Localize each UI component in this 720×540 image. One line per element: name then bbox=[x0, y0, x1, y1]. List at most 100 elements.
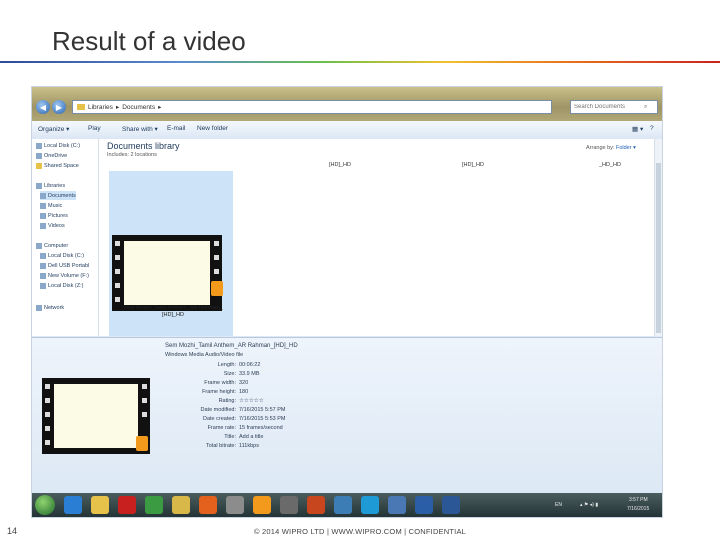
details-property-value[interactable]: 00:06:22 bbox=[239, 362, 260, 368]
help-icon[interactable]: ? bbox=[650, 125, 654, 132]
drive-icon bbox=[40, 262, 46, 269]
sidebar-item-onedrive[interactable]: OneDrive bbox=[36, 151, 67, 160]
file-name-label[interactable]: _HD_HD bbox=[599, 162, 621, 168]
details-property-value[interactable]: Add a title bbox=[239, 434, 263, 440]
vlc-icon bbox=[211, 281, 223, 296]
chrome-icon[interactable] bbox=[145, 496, 163, 514]
powerpoint-icon[interactable] bbox=[307, 496, 325, 514]
sidebar-item-libraries[interactable]: Libraries bbox=[36, 181, 65, 190]
skype-icon[interactable] bbox=[361, 496, 379, 514]
outlook-icon[interactable] bbox=[415, 496, 433, 514]
arrange-by[interactable]: Arrange by: Folder ▾ bbox=[586, 145, 636, 151]
sidebar-item-music[interactable]: Music bbox=[40, 201, 62, 210]
scrollbar-thumb[interactable] bbox=[656, 163, 661, 333]
organize-button[interactable]: Organize ▾ bbox=[38, 125, 69, 133]
sidebar-item-label: Pictures bbox=[48, 212, 68, 219]
details-property-value[interactable]: ☆☆☆☆☆ bbox=[239, 398, 264, 404]
sidebar-item-videos[interactable]: Videos bbox=[40, 221, 65, 230]
library-title: Documents library bbox=[107, 141, 180, 151]
app-icon[interactable] bbox=[226, 496, 244, 514]
start-button[interactable] bbox=[35, 495, 55, 515]
language-indicator[interactable]: EN bbox=[555, 502, 562, 508]
sidebar-item-label: OneDrive bbox=[44, 152, 68, 159]
drive-icon bbox=[36, 142, 42, 149]
word-icon[interactable] bbox=[442, 496, 460, 514]
film-hole bbox=[45, 426, 50, 431]
library-subtitle[interactable]: Includes: 2 locations bbox=[107, 152, 157, 158]
breadcrumb-documents[interactable]: Documents bbox=[122, 104, 155, 111]
details-property-value[interactable]: 180 bbox=[239, 389, 248, 395]
folder-icon[interactable] bbox=[91, 496, 109, 514]
opera-icon[interactable] bbox=[118, 496, 136, 514]
back-icon[interactable]: ◀ bbox=[36, 100, 50, 114]
details-filename: Sem Mozhi_Tamil Anthem_AR Rahman_[HD]_HD bbox=[165, 343, 298, 349]
play-button[interactable]: Play bbox=[88, 125, 101, 132]
forward-icon[interactable]: ▶ bbox=[52, 100, 66, 114]
details-property-value[interactable]: 15 frames/second bbox=[239, 425, 283, 431]
clock-date[interactable]: 7/16/2015 bbox=[627, 506, 649, 512]
title-divider bbox=[0, 61, 720, 63]
file-name-label[interactable]: [HD]_HD bbox=[462, 162, 484, 168]
details-property-label: Frame height: bbox=[202, 389, 236, 395]
view-options-icon[interactable]: ▦ ▾ bbox=[632, 125, 643, 133]
sidebar-item-label: Shared Space bbox=[44, 162, 79, 169]
cloud-icon bbox=[36, 152, 42, 159]
slide-title: Result of a video bbox=[52, 26, 246, 56]
details-property-value[interactable]: 33.9 MB bbox=[239, 371, 259, 377]
selected-file-item[interactable]: Sem Mozhi_Tamil Anthem_AR Rahman_ [HD]_H… bbox=[109, 171, 233, 336]
sidebar-item-computer[interactable]: Computer bbox=[36, 241, 68, 250]
firefox-icon[interactable] bbox=[199, 496, 217, 514]
film-hole bbox=[115, 255, 120, 260]
sidebar-item-new-volume[interactable]: New Volume (F:) bbox=[40, 271, 89, 280]
sidebar-item-local-disk-c2[interactable]: Local Disk (C:) bbox=[40, 251, 84, 260]
film-hole bbox=[45, 398, 50, 403]
arrange-by-value[interactable]: Folder ▾ bbox=[616, 145, 636, 151]
explorer-icon[interactable] bbox=[172, 496, 190, 514]
film-hole bbox=[142, 384, 147, 389]
email-button[interactable]: E-mail bbox=[167, 125, 185, 132]
breadcrumb-libraries[interactable]: Libraries bbox=[88, 104, 113, 111]
sidebar-item-network[interactable]: Network bbox=[36, 303, 64, 312]
search-input[interactable] bbox=[574, 104, 644, 110]
computer-icon bbox=[36, 242, 42, 249]
address-bar[interactable]: Libraries ▸ Documents ▸ bbox=[72, 100, 552, 114]
navigation-pane: Local Disk (C:) OneDrive Shared Space Li… bbox=[32, 139, 99, 336]
details-property-value[interactable]: 320 bbox=[239, 380, 248, 386]
search-box[interactable]: ⌕ bbox=[570, 100, 658, 114]
sidebar-item-local-disk-z[interactable]: Local Disk (Z:) bbox=[40, 281, 83, 290]
details-property-value[interactable]: 111kbps bbox=[239, 443, 259, 449]
arrange-by-label: Arrange by: bbox=[586, 145, 615, 151]
sidebar-item-shared-space[interactable]: Shared Space bbox=[36, 161, 79, 170]
sidebar-item-documents[interactable]: Documents bbox=[40, 191, 76, 200]
details-property-label: Size: bbox=[223, 371, 236, 377]
app-icon[interactable] bbox=[388, 496, 406, 514]
film-hole bbox=[214, 269, 219, 274]
app-icon[interactable] bbox=[334, 496, 352, 514]
film-hole bbox=[142, 398, 147, 403]
drive-icon bbox=[40, 282, 46, 289]
ie-icon[interactable] bbox=[64, 496, 82, 514]
clock-time[interactable]: 3:57 PM bbox=[629, 497, 648, 503]
new-folder-button[interactable]: New folder bbox=[197, 125, 228, 132]
search-icon: ⌕ bbox=[644, 103, 648, 110]
explorer-screenshot: ◀ ▶ Libraries ▸ Documents ▸ ⌕ Organize ▾… bbox=[31, 86, 663, 518]
details-property-label: Date created: bbox=[202, 416, 236, 422]
vertical-scrollbar[interactable] bbox=[654, 139, 662, 336]
app-icon[interactable] bbox=[280, 496, 298, 514]
file-name-label: Sem Mozhi_Tamil Anthem_AR Rahman_ [HD]_H… bbox=[115, 305, 231, 319]
file-name-label[interactable]: [HD]_HD bbox=[329, 162, 351, 168]
sidebar-item-dell-usb[interactable]: Dell USB Portabl bbox=[40, 261, 89, 270]
tray-icons[interactable]: ▴ ⚑ ◂) ▮ bbox=[580, 502, 598, 508]
sidebar-item-label: Documents bbox=[48, 192, 76, 199]
music-icon bbox=[40, 202, 46, 209]
share-with-button[interactable]: Share with ▾ bbox=[122, 125, 158, 133]
film-hole bbox=[45, 384, 50, 389]
details-property-label: Frame width: bbox=[204, 380, 236, 386]
film-hole bbox=[115, 297, 120, 302]
film-hole bbox=[115, 241, 120, 246]
sidebar-item-local-disk-c[interactable]: Local Disk (C:) bbox=[36, 141, 80, 150]
details-property-value[interactable]: 7/16/2015 5:57 PM bbox=[239, 407, 285, 413]
details-property-value[interactable]: 7/16/2015 5:53 PM bbox=[239, 416, 285, 422]
vlc-icon[interactable] bbox=[253, 496, 271, 514]
sidebar-item-pictures[interactable]: Pictures bbox=[40, 211, 68, 220]
